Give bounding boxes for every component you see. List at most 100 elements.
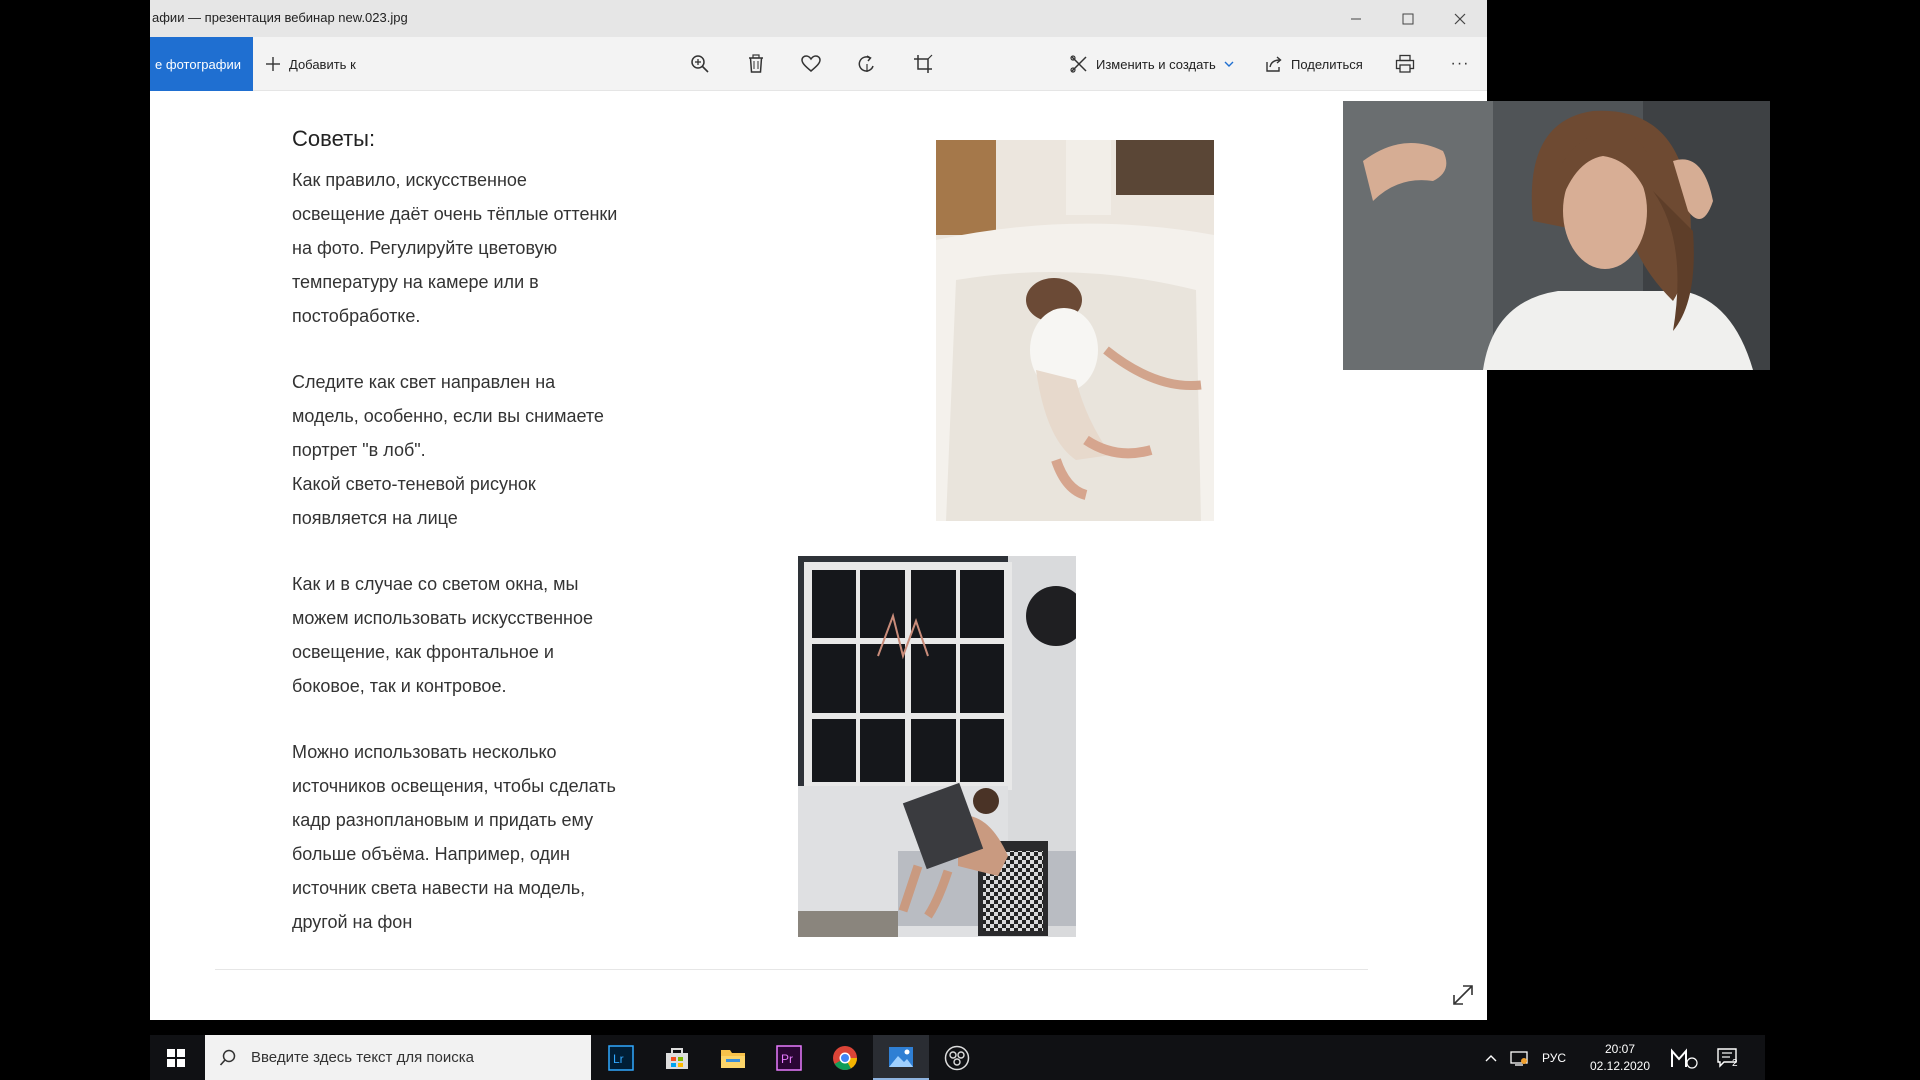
premiere-label: Pr <box>781 1052 793 1066</box>
maximize-icon <box>1402 13 1414 24</box>
taskbar-app-photos[interactable] <box>873 1035 929 1080</box>
edit-icon <box>1070 55 1087 73</box>
photos-icon <box>889 1046 913 1067</box>
crop-icon <box>914 54 933 73</box>
photos-window: афии — презентация вебинар new.023.jpg е… <box>150 0 1487 1020</box>
network-icon <box>1510 1050 1528 1066</box>
minimize-button[interactable] <box>1330 0 1382 37</box>
chevron-up-icon <box>1485 1054 1497 1061</box>
tray-app-button[interactable] <box>1670 1035 1698 1080</box>
tip-line: Как и в случае со светом окна, мы <box>292 574 579 594</box>
share-button[interactable]: Поделиться <box>1265 37 1363 91</box>
bed-photo <box>936 140 1214 521</box>
tip-line: постобработке. <box>292 306 421 326</box>
more-button[interactable]: ··· <box>1440 37 1480 91</box>
taskbar-app-explorer[interactable] <box>705 1035 761 1080</box>
tip-paragraph-4: Можно использовать несколько источников … <box>292 735 672 939</box>
chrome-icon <box>833 1045 857 1070</box>
search-icon <box>219 1049 236 1066</box>
tip-paragraph-1: Как правило, искусственное освещение даё… <box>292 163 672 333</box>
favorite-button[interactable] <box>791 37 831 91</box>
tip-line: температуру на камере или в <box>292 272 539 292</box>
crop-button[interactable] <box>903 37 943 91</box>
slide-divider <box>215 969 1368 970</box>
rotate-button[interactable] <box>847 37 887 91</box>
zoom-button[interactable] <box>680 37 720 91</box>
add-to-label: Добавить к <box>289 56 356 72</box>
webcam-video <box>1343 101 1770 370</box>
edit-create-label: Изменить и создать <box>1096 56 1216 72</box>
obs-icon <box>944 1045 970 1070</box>
toolbar: е фотографии Добавить к Изменить и созда… <box>150 37 1487 91</box>
premiere-icon: Pr <box>776 1044 802 1071</box>
notification-count-badge: 2 <box>1732 1058 1738 1069</box>
tip-line: боковое, так и контровое. <box>292 676 507 696</box>
taskbar-app-lightroom[interactable]: Lr <box>593 1035 649 1080</box>
tip-line: освещение, как фронтальное и <box>292 642 554 662</box>
language-indicator[interactable]: РУС <box>1542 1035 1566 1080</box>
meeting-app-icon <box>1671 1047 1698 1069</box>
tip-line: Какой свето-теневой рисунок <box>292 474 536 494</box>
tip-line: больше объёма. Например, один <box>292 844 570 864</box>
window-title: афии — презентация вебинар new.023.jpg <box>152 10 408 25</box>
plus-icon <box>266 57 280 71</box>
tip-line: кадр разноплановым и придать ему <box>292 810 594 830</box>
tip-line: Как правило, искусственное <box>292 170 527 190</box>
screen: афии — презентация вебинар new.023.jpg е… <box>0 0 1920 1080</box>
lightroom-icon: Lr <box>608 1044 634 1071</box>
share-label: Поделиться <box>1291 56 1363 72</box>
title-bar[interactable]: афии — презентация вебинар new.023.jpg <box>150 0 1487 37</box>
tip-line: Можно использовать несколько <box>292 742 557 762</box>
add-to-button[interactable]: Добавить к <box>265 37 356 91</box>
delete-icon <box>749 54 763 73</box>
tip-line: на фото. Регулируйте цветовую <box>292 238 558 258</box>
tip-line: источников освещения, чтобы сделать <box>292 776 616 796</box>
taskbar-app-obs[interactable] <box>929 1035 985 1080</box>
taskbar-app-chrome[interactable] <box>817 1035 873 1080</box>
print-icon <box>1395 54 1415 73</box>
slide-heading: Советы: <box>292 126 376 151</box>
edit-create-menu[interactable]: Изменить и создать <box>1070 37 1234 91</box>
tip-paragraph-2: Следите как свет направлен на модель, ос… <box>292 365 672 535</box>
tip-line: портрет "в лоб". <box>292 440 426 460</box>
taskbar-clock[interactable]: 20:07 02.12.2020 <box>1580 1041 1660 1075</box>
store-icon <box>666 1047 688 1069</box>
tip-paragraph-3: Как и в случае со светом окна, мы можем … <box>292 567 672 703</box>
tip-line: другой на фон <box>292 912 413 932</box>
close-button[interactable] <box>1434 0 1486 37</box>
maximize-button[interactable] <box>1382 0 1434 37</box>
delete-button[interactable] <box>736 37 776 91</box>
clock-time: 20:07 <box>1604 1042 1636 1056</box>
search-placeholder: Введите здесь текст для поиска <box>251 1049 474 1066</box>
all-photos-button[interactable]: е фотографии <box>150 37 253 91</box>
tray-network-button[interactable] <box>1510 1035 1528 1080</box>
file-explorer-icon <box>721 1049 745 1068</box>
close-icon <box>1454 13 1466 24</box>
start-button[interactable] <box>150 1035 202 1080</box>
minimize-icon <box>1351 18 1361 19</box>
taskbar-search[interactable]: Введите здесь текст для поиска <box>205 1035 591 1080</box>
chevron-down-icon <box>1224 61 1234 67</box>
rotate-icon <box>858 55 874 72</box>
slide-image: Советы: Как правило, искусственное освещ… <box>150 91 1487 1020</box>
lightroom-label: Lr <box>613 1052 624 1066</box>
zoom-in-icon <box>691 55 709 73</box>
tip-line: модель, особенно, если вы снимаете <box>292 406 604 426</box>
tray-expand-button[interactable] <box>1485 1035 1497 1080</box>
favorite-icon <box>801 55 821 72</box>
notification-center-button[interactable]: 2 <box>1716 1035 1738 1080</box>
windows-icon <box>167 1048 185 1067</box>
share-icon <box>1266 56 1282 72</box>
clock-date: 02.12.2020 <box>1589 1059 1651 1073</box>
tip-line: можем использовать искусственное <box>292 608 594 628</box>
tip-line: появляется на лице <box>292 508 458 528</box>
fullscreen-button[interactable] <box>1450 982 1476 1008</box>
tip-line: источник света навести на модель, <box>292 878 586 898</box>
print-button[interactable] <box>1385 37 1425 91</box>
tip-line: Следите как свет направлен на <box>292 372 556 392</box>
expand-icon <box>1453 985 1473 1005</box>
window-photo <box>798 556 1076 937</box>
taskbar-app-store[interactable] <box>649 1035 705 1080</box>
taskbar-app-premiere[interactable]: Pr <box>761 1035 817 1080</box>
taskbar: Введите здесь текст для поиска Lr Pr РУС… <box>150 1035 1765 1080</box>
